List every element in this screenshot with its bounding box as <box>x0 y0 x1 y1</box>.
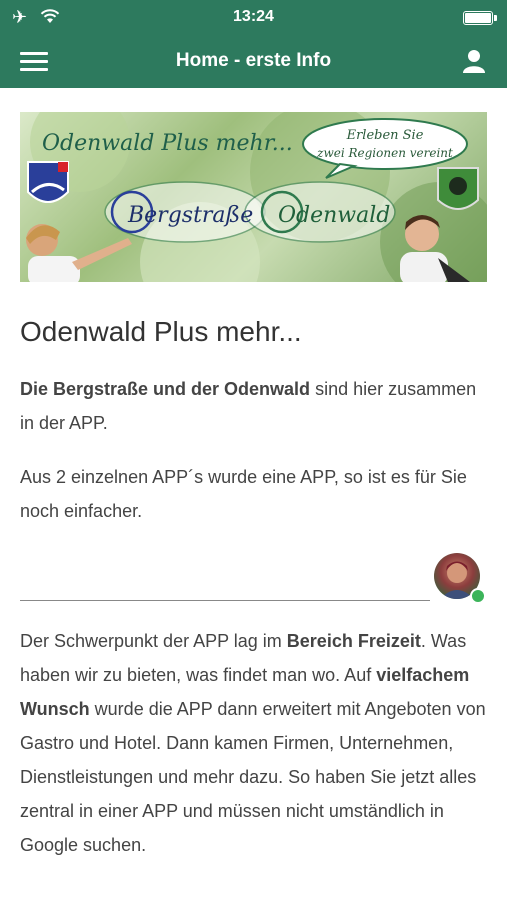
battery-icon <box>463 11 497 25</box>
third-paragraph: Der Schwerpunkt der APP lag im Bereich F… <box>20 624 487 862</box>
speech-bubble <box>302 118 468 170</box>
banner-image: Erleben Sie zwei Regionen vereint Odenwa… <box>20 112 487 282</box>
banner-word-odenwald: Odenwald <box>278 203 390 228</box>
section-divider <box>20 600 430 601</box>
menu-icon <box>20 52 48 55</box>
page-title: Home - erste Info <box>175 50 332 71</box>
status-bar: ✈ 13:24 <box>0 0 507 34</box>
banner-title: Odenwald Plus mehr... <box>42 131 293 156</box>
intro-bold: Die Bergstraße und der Odenwald <box>20 379 311 399</box>
p3-text-e: wurde die APP dann erweitert mit Angebot… <box>20 699 486 855</box>
p3-text-a: Der Schwerpunkt der APP lag im <box>20 631 287 651</box>
user-icon[interactable] <box>461 48 487 74</box>
intro-paragraph: Die Bergstraße und der Odenwald sind hie… <box>20 372 487 440</box>
status-time: 13:24 <box>233 8 274 25</box>
menu-button[interactable] <box>20 52 48 72</box>
bergstrasse-crest <box>27 161 69 203</box>
speech-line-2: zwei Regionen vereint <box>316 146 453 160</box>
odenwald-crest <box>437 167 479 210</box>
content-heading: Odenwald Plus mehr... <box>20 316 302 347</box>
second-paragraph: Aus 2 einzelnen APP´s wurde eine APP, so… <box>20 467 467 521</box>
p3-bold-freizeit: Bereich Freizeit <box>286 631 421 651</box>
nav-bar: Home - erste Info <box>0 34 507 88</box>
child-figure <box>26 224 132 282</box>
speech-line-1: Erleben Sie <box>346 128 424 143</box>
online-status-dot <box>470 588 486 604</box>
banner-word-bergstrasse: Bergstraße <box>127 203 253 228</box>
